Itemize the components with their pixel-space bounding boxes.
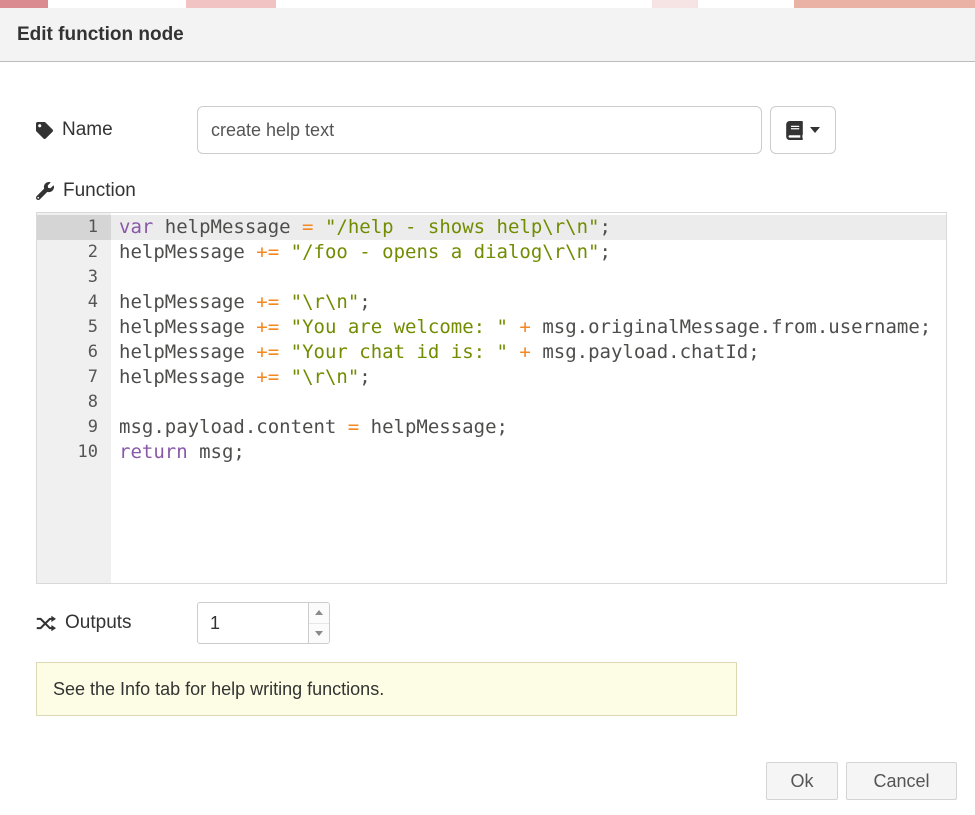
function-label: Function (36, 180, 197, 202)
backdrop-block (186, 0, 276, 8)
arrow-up-icon (315, 610, 323, 615)
shuffle-icon (36, 615, 56, 632)
name-row: Name (36, 106, 947, 154)
ok-button[interactable]: Ok (766, 762, 838, 800)
spinner-buttons (308, 603, 329, 643)
gutter-line-number: 1 (37, 215, 111, 240)
gutter-line-number: 8 (37, 390, 111, 415)
library-button[interactable] (770, 106, 836, 154)
code-line: helpMessage += "\r\n"; (111, 365, 946, 390)
cancel-button[interactable]: Cancel (846, 762, 957, 800)
name-label-text: Name (62, 119, 113, 141)
gutter-line-number: 4 (37, 290, 111, 315)
outputs-spinner (197, 602, 330, 644)
gutter: 12345678910 (37, 213, 111, 583)
gutter-line-number: 9 (37, 415, 111, 440)
code-line: helpMessage += "Your chat id is: " + msg… (111, 340, 946, 365)
gutter-line-number: 10 (37, 440, 111, 465)
gutter-line-number: 5 (37, 315, 111, 340)
code-line (111, 390, 946, 415)
name-input[interactable] (197, 106, 762, 154)
code-line: var helpMessage = "/help - shows help\r\… (111, 215, 946, 240)
backdrop-block (794, 0, 975, 8)
dialog-header: Edit function node (0, 8, 975, 62)
code-line: return msg; (111, 440, 946, 465)
code-line: helpMessage += "/foo - opens a dialog\r\… (111, 240, 946, 265)
tag-icon (36, 122, 53, 139)
backdrop-strip (0, 0, 975, 8)
code-line: helpMessage += "\r\n"; (111, 290, 946, 315)
wrench-icon (36, 182, 54, 200)
book-icon (786, 121, 803, 140)
function-row: Function (36, 180, 947, 202)
gutter-line-number: 3 (37, 265, 111, 290)
outputs-label: Outputs (36, 612, 197, 634)
code-line: helpMessage += "You are welcome: " + msg… (111, 315, 946, 340)
dialog-body: Name Function 12345678910 var helpMessag… (0, 106, 975, 716)
outputs-row: Outputs (36, 602, 947, 644)
function-label-text: Function (63, 180, 136, 202)
gutter-line-number: 6 (37, 340, 111, 365)
spinner-up-button[interactable] (309, 603, 329, 624)
backdrop-block (0, 0, 48, 8)
dialog-title: Edit function node (17, 24, 184, 46)
arrow-down-icon (315, 631, 323, 636)
name-label: Name (36, 119, 197, 141)
gutter-line-number: 2 (37, 240, 111, 265)
code-area[interactable]: var helpMessage = "/help - shows help\r\… (111, 213, 946, 583)
edit-function-node-dialog: Edit function node Name Function 1234567… (0, 8, 975, 800)
dialog-footer: Ok Cancel (0, 762, 975, 800)
spinner-down-button[interactable] (309, 624, 329, 644)
caret-down-icon (810, 127, 820, 133)
info-tip-text: See the Info tab for help writing functi… (53, 679, 384, 700)
info-tip: See the Info tab for help writing functi… (36, 662, 737, 716)
code-editor[interactable]: 12345678910 var helpMessage = "/help - s… (36, 212, 947, 584)
backdrop-block (652, 0, 698, 8)
code-line: msg.payload.content = helpMessage; (111, 415, 946, 440)
gutter-line-number: 7 (37, 365, 111, 390)
outputs-label-text: Outputs (65, 612, 132, 634)
outputs-input[interactable] (198, 603, 308, 643)
code-line (111, 265, 946, 290)
